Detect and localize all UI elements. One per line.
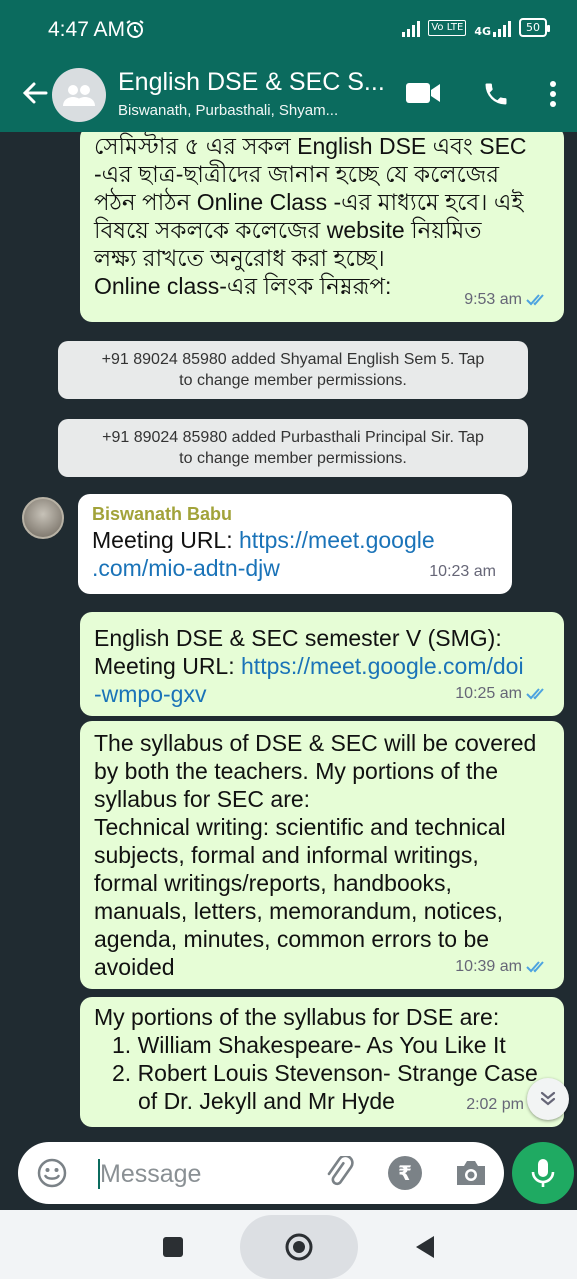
message-bubble[interactable]: Biswanath Babu Meeting URL: https://meet…	[78, 494, 512, 594]
sender-name[interactable]: Biswanath Babu	[92, 502, 498, 526]
message-text-line: My portions of the syllabus for DSE are:	[94, 1004, 500, 1030]
read-receipt-icon	[526, 294, 544, 306]
home-icon[interactable]	[285, 1233, 313, 1265]
back-icon[interactable]	[414, 1234, 436, 1264]
message-text-line: English DSE & SEC semester V (SMG):	[94, 625, 502, 651]
system-message-text: +91 89024 85980 added Shyamal English Se…	[101, 351, 485, 368]
message-text-line: লক্ষ্য রাখতে অনুরোধ করা হচ্ছে।	[94, 245, 385, 271]
message-text-line: বিষয়ে সকলকে কলেজের website নিয়মিত	[94, 217, 482, 243]
status-bar: 4:47 AM Vo LTE 4G 50	[0, 0, 577, 60]
battery-icon: 50	[519, 18, 550, 37]
message-bubble[interactable]: সেমিস্টার ৫ এর সকল English DSE এবং SEC -…	[80, 132, 564, 322]
signal-icon-2	[493, 19, 511, 37]
list-item: 2. Robert Louis Stevenson- Strange Case	[112, 1060, 538, 1086]
message-bubble[interactable]: My portions of the syllabus for DSE are:…	[80, 997, 564, 1127]
message-bubble[interactable]: English DSE & SEC semester V (SMG): Meet…	[80, 612, 564, 716]
payment-icon[interactable]: ₹	[388, 1156, 422, 1190]
message-time: 9:53 am	[464, 291, 522, 308]
message-text-line: Technical writing: scientific and techni…	[94, 814, 506, 840]
meeting-link[interactable]: https://meet.google	[239, 527, 435, 553]
message-text-line: by both the teachers. My portions of the	[94, 758, 499, 784]
chat-subtitle[interactable]: Biswanath, Purbasthali, Shyam...	[118, 102, 338, 119]
status-time: 4:47 AM	[48, 18, 126, 41]
video-call-icon[interactable]	[405, 80, 441, 110]
message-label: Meeting URL:	[94, 653, 242, 679]
message-placeholder: Message	[100, 1160, 202, 1188]
read-receipt-icon	[526, 961, 544, 973]
camera-icon[interactable]	[454, 1158, 488, 1192]
message-time: 10:23 am	[429, 563, 496, 580]
emoji-icon[interactable]	[36, 1157, 68, 1193]
message-text-line: সেমিস্টার ৫ এর সকল English DSE এবং SEC	[94, 133, 527, 159]
message-time: 10:25 am	[455, 685, 522, 702]
voice-call-icon[interactable]	[482, 80, 510, 112]
message-bubble[interactable]: The syllabus of DSE & SEC will be covere…	[80, 721, 564, 989]
microphone-icon	[531, 1159, 555, 1187]
message-text-line: -এর ছাত্র-ছাত্রীদের জানান হচ্ছে যে কলেজে…	[94, 161, 499, 187]
scroll-down-button[interactable]	[527, 1078, 569, 1120]
message-label: Meeting URL:	[92, 527, 240, 553]
chat-title[interactable]: English DSE & SEC S...	[118, 68, 385, 97]
system-message-text: to change member permissions.	[179, 450, 407, 467]
system-message-text: to change member permissions.	[179, 372, 407, 389]
group-icon	[63, 85, 95, 106]
back-arrow-icon[interactable]	[20, 78, 50, 108]
system-message-text: +91 89024 85980 added Purbasthali Princi…	[102, 429, 484, 446]
message-text-line: পঠন পাঠন Online Class -এর মাধ্যমে হবে। এ…	[94, 189, 524, 215]
recents-icon[interactable]	[163, 1237, 183, 1257]
group-avatar[interactable]	[52, 68, 106, 122]
message-text-line: agenda, minutes, common errors to be	[94, 926, 490, 952]
message-time: 2:02 pm	[466, 1096, 524, 1113]
message-text-line: subjects, formal and informal writings,	[94, 842, 479, 868]
signal-icon	[402, 19, 421, 37]
read-receipt-icon	[526, 688, 544, 700]
system-message[interactable]: +91 89024 85980 added Shyamal English Se…	[58, 341, 528, 399]
system-navigation-bar	[0, 1210, 577, 1279]
composer-bar: Message ₹	[0, 1140, 577, 1210]
double-chevron-down-icon	[540, 1091, 556, 1106]
message-text-line: The syllabus of DSE & SEC will be covere…	[94, 730, 537, 756]
meeting-link[interactable]: https://meet.google.com/doi	[241, 653, 524, 679]
message-time: 10:39 am	[455, 958, 522, 975]
sender-avatar[interactable]	[22, 497, 64, 539]
message-list[interactable]: সেমিস্টার ৫ এর সকল English DSE এবং SEC -…	[0, 132, 577, 1140]
attachment-icon[interactable]	[323, 1154, 357, 1194]
voice-message-button[interactable]	[512, 1142, 574, 1204]
message-input[interactable]: Message ₹	[18, 1142, 504, 1204]
chat-header: English DSE & SEC S... Biswanath, Purbas…	[0, 60, 577, 132]
message-text-line: syllabus for SEC are:	[94, 786, 311, 812]
network-type: 4G	[474, 24, 491, 38]
alarm-icon	[125, 19, 145, 43]
message-text-line: formal writings/reports, handbooks,	[94, 870, 452, 896]
more-options-icon[interactable]	[548, 80, 558, 112]
volte-badge: Vo LTE	[428, 19, 467, 36]
list-item: 1. William Shakespeare- As You Like It	[112, 1032, 506, 1058]
message-text-line: manuals, letters, memorandum, notices,	[94, 898, 504, 924]
system-message[interactable]: +91 89024 85980 added Purbasthali Princi…	[58, 419, 528, 477]
